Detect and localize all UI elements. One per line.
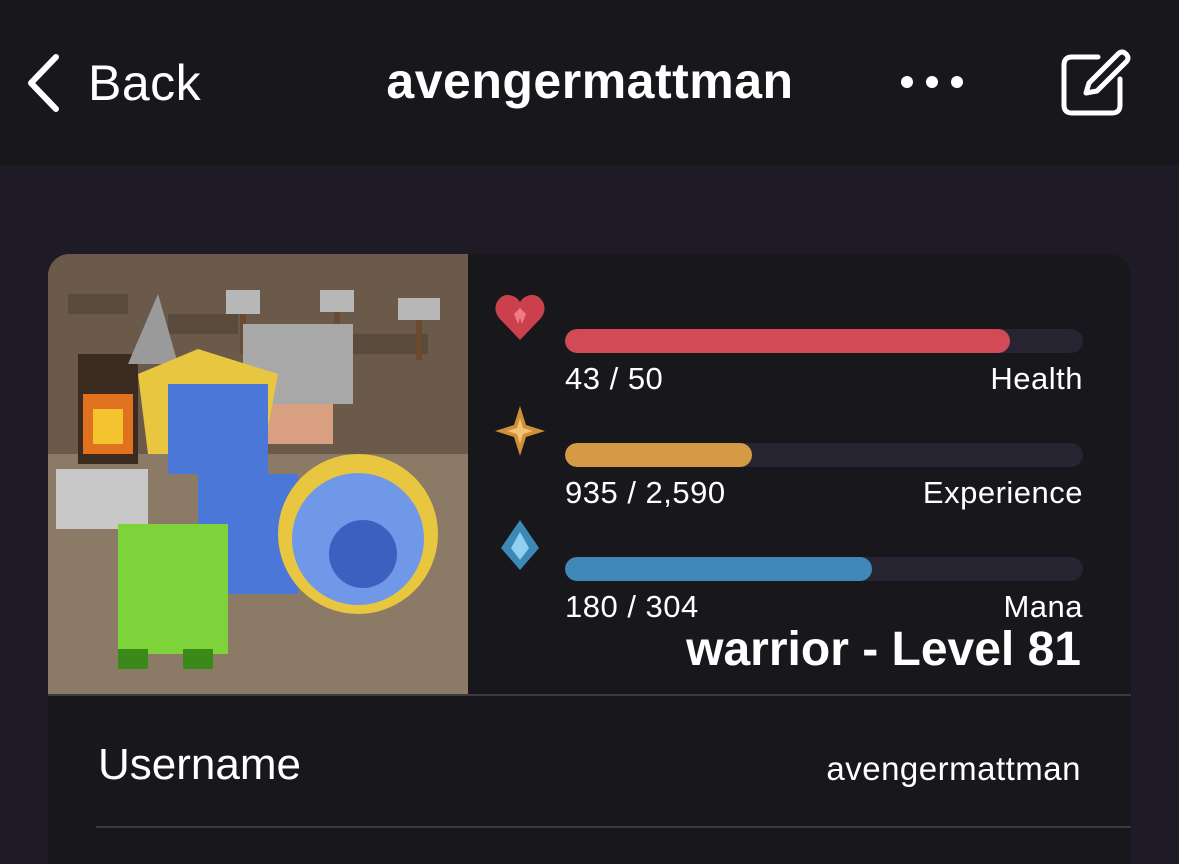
chevron-left-icon — [28, 54, 59, 112]
username-value: avengermattman — [826, 750, 1081, 787]
back-label: Back — [88, 55, 202, 111]
heart-icon — [495, 294, 545, 340]
class-level: warrior - Level 81 — [686, 623, 1081, 676]
mana-label: Mana — [1003, 589, 1083, 624]
edit-icon — [1061, 49, 1131, 116]
experience-value: 935 / 2,590 — [565, 475, 726, 510]
detail-row-username[interactable]: Username avengermattman — [48, 696, 1131, 826]
mana-bar-fill — [565, 557, 872, 581]
username-label: Username — [98, 740, 301, 789]
health-label: Health — [990, 361, 1083, 396]
row-separator — [96, 826, 1131, 828]
navigation-bar: Back avengermattman — [0, 0, 1179, 165]
avatar-pixel-art — [48, 254, 468, 694]
experience-bar — [565, 443, 1083, 467]
star-icon — [495, 406, 545, 456]
mana-value: 180 / 304 — [565, 589, 699, 624]
health-bar-fill — [565, 329, 1011, 353]
health-bar — [565, 329, 1083, 353]
stat-health: 43 / 50 Health — [493, 290, 1083, 396]
stat-mana: 180 / 304 Mana — [493, 518, 1083, 624]
more-horizontal-icon — [901, 76, 963, 88]
avatar — [48, 254, 468, 694]
profile-card: 43 / 50 Health 935 / 2,590 Experience 18… — [48, 254, 1131, 864]
stat-experience: 935 / 2,590 Experience — [493, 404, 1083, 510]
page-title: avengermattman — [386, 53, 794, 109]
back-button[interactable]: Back — [26, 48, 201, 118]
mana-drop-icon — [501, 520, 539, 570]
experience-label: Experience — [922, 475, 1083, 510]
experience-bar-fill — [565, 443, 752, 467]
more-button[interactable] — [896, 64, 968, 100]
health-value: 43 / 50 — [565, 361, 664, 396]
mana-bar — [565, 557, 1083, 581]
edit-button[interactable] — [1058, 45, 1132, 119]
